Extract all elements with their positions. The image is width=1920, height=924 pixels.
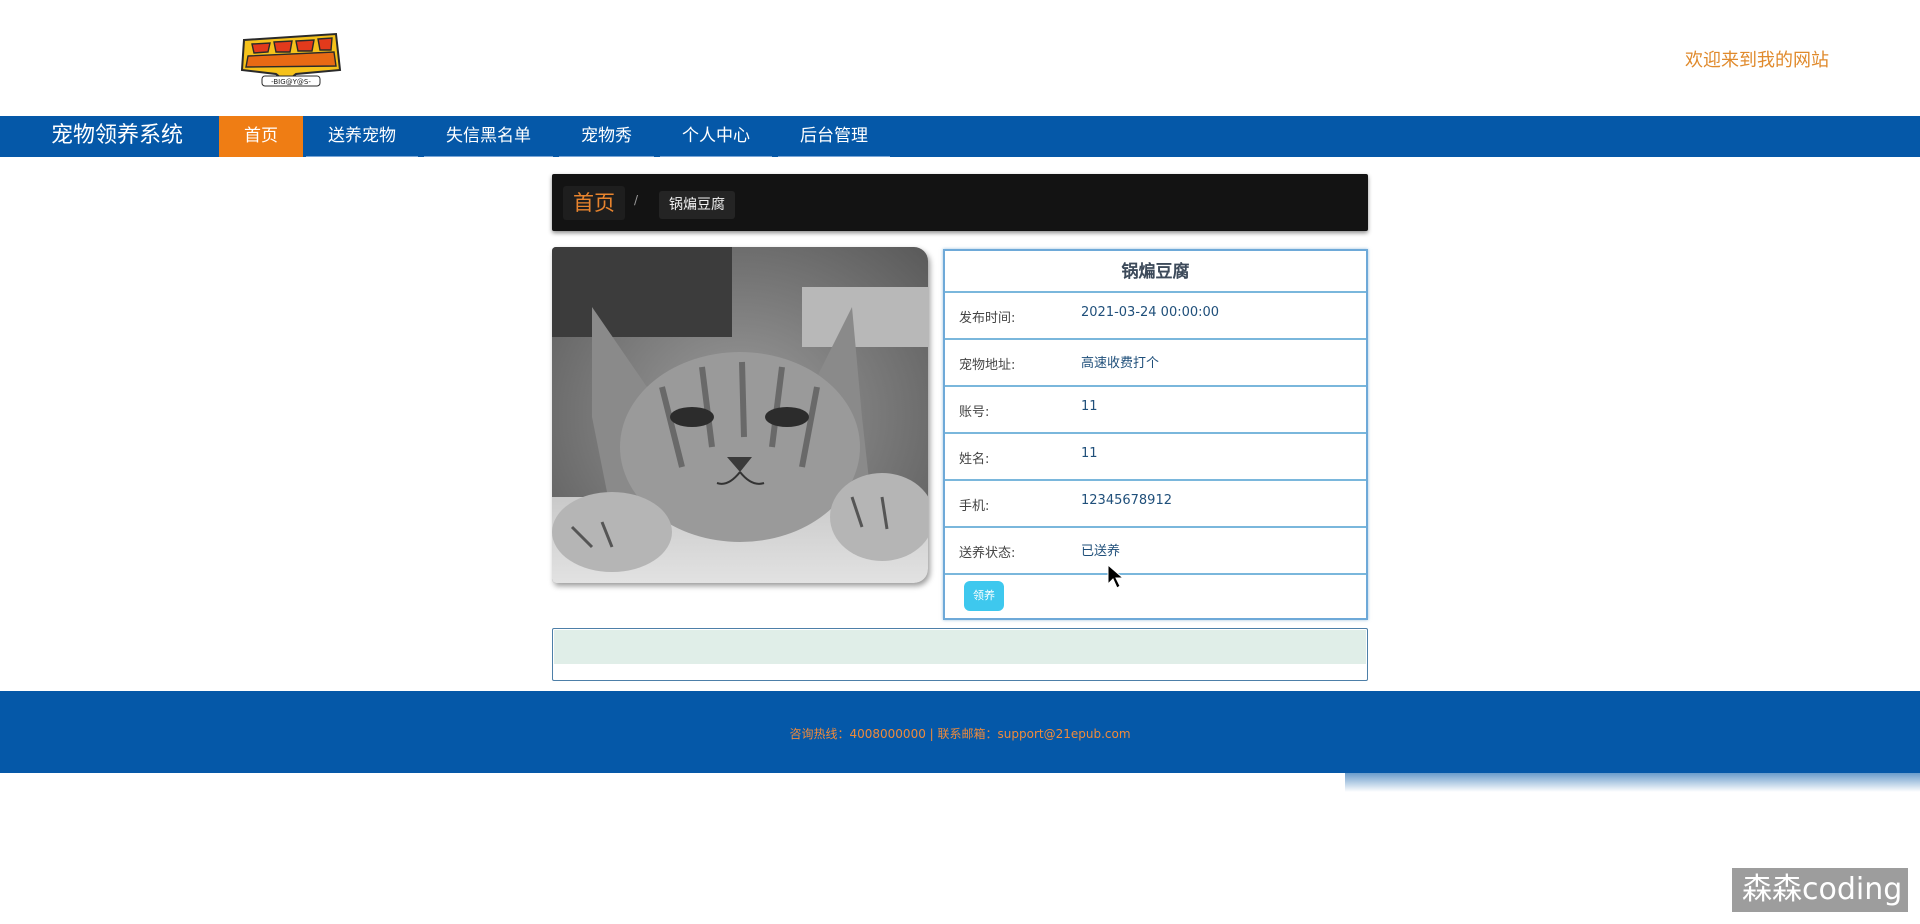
mouse-cursor-icon [1107,564,1125,589]
breadcrumb-separator: / [634,193,639,207]
pet-detail-card: 锅煸豆腐 发布时间: 2021-03-24 00:00:00 宠物地址: 高速收… [943,249,1368,620]
detail-label: 宠物地址: [959,358,1016,373]
content-panel-header [554,630,1366,664]
nav-item-admin[interactable]: 后台管理 [775,116,893,157]
breadcrumb: 首页 / 锅煸豆腐 [552,174,1368,231]
detail-value: 已送养 [1081,544,1121,559]
detail-value: 2021-03-24 00:00:00 [1081,305,1220,320]
detail-row-account: 账号: 11 [945,387,1366,434]
pet-name-title: 锅煸豆腐 [945,251,1366,293]
breadcrumb-home-link[interactable]: 首页 [563,186,625,220]
detail-label: 账号: [959,405,990,420]
nav-item-personal-center[interactable]: 个人中心 [657,116,775,157]
footer-shadow [1345,760,1920,792]
nav-item-rehome-pet[interactable]: 送养宠物 [303,116,421,157]
welcome-text: 欢迎来到我的网站 [1685,50,1829,71]
detail-value: 12345678912 [1081,493,1172,508]
nav-list: 首页 送养宠物 失信黑名单 宠物秀 个人中心 后台管理 [219,116,893,157]
detail-label: 手机: [959,499,990,514]
detail-value: 高速收费打个 [1081,356,1160,371]
site-header: -BIG@Y@S- 欢迎来到我的网站 [0,0,1920,116]
detail-value: 11 [1081,446,1098,461]
svg-text:-BIG@Y@S-: -BIG@Y@S- [271,78,311,86]
detail-label: 姓名: [959,452,990,467]
nav-item-home[interactable]: 首页 [219,116,303,157]
detail-row-pet-address: 宠物地址: 高速收费打个 [945,340,1366,387]
detail-row-publish-time: 发布时间: 2021-03-24 00:00:00 [945,293,1366,340]
content-panel [552,628,1368,681]
action-row: 领养 [945,575,1366,617]
detail-label: 送养状态: [959,546,1016,561]
detail-row-phone: 手机: 12345678912 [945,481,1366,528]
footer-contact-text: 咨询热线：4008000000 | 联系邮箱：support@21epub.co… [789,727,1131,741]
pet-photo [552,247,928,583]
watermark: 森森coding [1732,868,1908,912]
brand-title[interactable]: 宠物领养系统 [51,122,183,150]
main-nav: 宠物领养系统 首页 送养宠物 失信黑名单 宠物秀 个人中心 后台管理 [0,116,1920,157]
nav-item-pet-show[interactable]: 宠物秀 [556,116,657,157]
detail-label: 发布时间: [959,311,1016,326]
adopt-button[interactable]: 领养 [964,581,1004,611]
detail-row-name: 姓名: 11 [945,434,1366,481]
nav-item-blacklist[interactable]: 失信黑名单 [421,116,556,157]
breadcrumb-current: 锅煸豆腐 [659,191,735,219]
site-logo[interactable]: -BIG@Y@S- [236,30,346,88]
detail-row-adoption-status: 送养状态: 已送养 [945,528,1366,575]
detail-value: 11 [1081,399,1098,414]
